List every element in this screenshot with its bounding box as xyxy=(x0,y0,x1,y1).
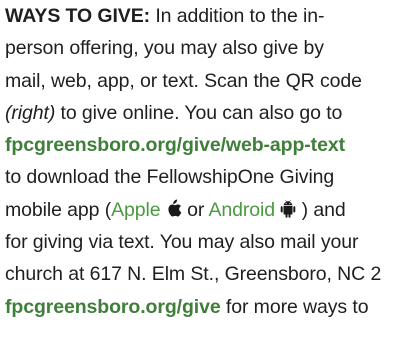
text-line-9: church at 617 N. Elm St., Greensboro, NC… xyxy=(5,263,382,286)
right-note: (right) xyxy=(5,101,56,124)
give-link[interactable]: fpcgreensboro.org/give xyxy=(5,296,221,318)
ways-to-give-label: WAYS TO GIVE: xyxy=(5,5,150,27)
android-link[interactable]: Android xyxy=(209,199,276,221)
text-line-10: fpcgreensboro.org/give for more ways to xyxy=(5,291,402,323)
apple-icon xyxy=(166,196,182,228)
line-1-text: In addition to the in- xyxy=(150,5,325,27)
line-10-text: for more ways to xyxy=(220,295,369,318)
text-line-7: mobile app (Apple or Android ) and xyxy=(5,194,402,226)
text-line-4: (right) to give online. You can also go … xyxy=(5,97,402,129)
text-line-2: person offering, you may also give by xyxy=(5,37,324,60)
text-line-5: fpcgreensboro.org/give/web-app-text xyxy=(5,129,402,161)
ways-to-give-paragraph: WAYS TO GIVE: In addition to the in- per… xyxy=(5,0,402,323)
text-line-8: for giving via text. You may also mail y… xyxy=(5,231,359,254)
line-4-text: to give online. You can also go to xyxy=(55,101,343,124)
text-line-6: to download the FellowshipOne Giving xyxy=(5,166,335,189)
text-line-3: mail, web, app, or text. Scan the QR cod… xyxy=(5,69,362,92)
web-app-text-link[interactable]: fpcgreensboro.org/give/web-app-text xyxy=(5,134,345,156)
line-7-pre: mobile app ( xyxy=(5,198,112,221)
line-7-mid: or xyxy=(181,198,209,221)
text-line-1: WAYS TO GIVE: In addition to the in- xyxy=(5,0,402,32)
android-icon xyxy=(280,196,296,228)
line-7-post: ) and xyxy=(296,198,346,221)
apple-link[interactable]: Apple xyxy=(111,199,160,221)
